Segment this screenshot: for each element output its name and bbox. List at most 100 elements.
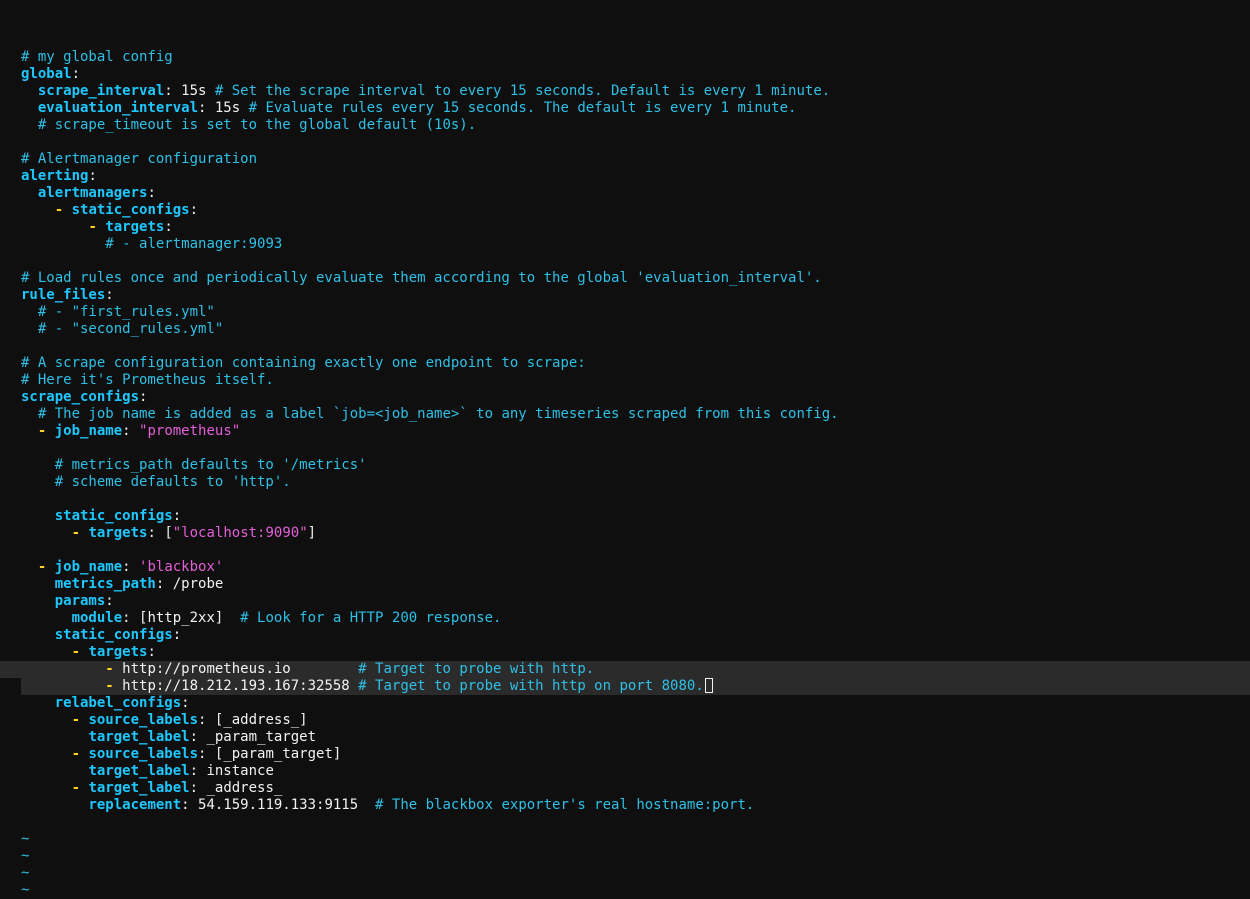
code-line[interactable]: scrape_configs: xyxy=(0,389,1250,406)
code-line[interactable] xyxy=(0,338,1250,355)
code-line[interactable]: alertmanagers: xyxy=(0,185,1250,202)
plain-text xyxy=(21,644,72,660)
empty-line-tilde: ~ xyxy=(21,882,30,898)
code-line[interactable]: - job_name: 'blackbox' xyxy=(0,559,1250,576)
plain-text: : instance xyxy=(189,763,274,779)
editor-buffer[interactable]: # my global config global: scrape_interva… xyxy=(0,49,1250,899)
comment-text: # The job name is added as a label `job=… xyxy=(37,406,839,422)
yaml-key: targets xyxy=(88,644,148,660)
plain-text xyxy=(21,423,38,439)
code-line[interactable]: - static_configs: xyxy=(0,202,1250,219)
code-line[interactable]: # - "first_rules.yml" xyxy=(0,304,1250,321)
code-line[interactable]: - job_name: "prometheus" xyxy=(0,423,1250,440)
code-line[interactable] xyxy=(0,440,1250,457)
code-line[interactable]: # scrape_timeout is set to the global de… xyxy=(0,117,1250,134)
code-line[interactable]: - http://18.212.193.167:32558 # Target t… xyxy=(0,678,1250,695)
yaml-key: targets xyxy=(88,525,148,541)
list-dash: - xyxy=(71,712,81,728)
text-cursor xyxy=(704,678,713,693)
code-line[interactable]: relabel_configs: xyxy=(0,695,1250,712)
empty-line-tilde: ~ xyxy=(21,865,30,881)
yaml-key: params xyxy=(54,593,106,609)
code-line[interactable]: scrape_interval: 15s # Set the scrape in… xyxy=(0,83,1250,100)
code-line[interactable]: - targets: xyxy=(0,219,1250,236)
plain-text xyxy=(21,457,55,473)
plain-text: : xyxy=(105,593,114,609)
comment-text: # metrics_path defaults to '/metrics' xyxy=(54,457,367,473)
code-line[interactable] xyxy=(0,542,1250,559)
code-line[interactable]: # - "second_rules.yml" xyxy=(0,321,1250,338)
plain-text: : [ xyxy=(147,525,173,541)
code-line[interactable]: alerting: xyxy=(0,168,1250,185)
code-line[interactable]: static_configs: xyxy=(0,508,1250,525)
comment-text: # Evaluate rules every 15 seconds. The d… xyxy=(248,100,797,116)
code-line[interactable]: target_label: _param_target xyxy=(0,729,1250,746)
yaml-key: metrics_path xyxy=(54,576,156,592)
code-line[interactable]: replacement: 54.159.119.133:9115 # The b… xyxy=(0,797,1250,814)
plain-text: : xyxy=(172,508,182,524)
code-line[interactable]: # The job name is added as a label `job=… xyxy=(0,406,1250,423)
code-line[interactable]: ~ xyxy=(0,848,1250,865)
comment-text: # my global config xyxy=(21,49,173,65)
code-line[interactable]: # Here it's Prometheus itself. xyxy=(0,372,1250,389)
yaml-key: evaluation_interval xyxy=(37,100,199,116)
code-line[interactable]: - target_label: _address_ xyxy=(0,780,1250,797)
code-line[interactable] xyxy=(0,814,1250,831)
plain-text: : xyxy=(139,389,148,405)
code-line[interactable]: - source_labels: [_param_target] xyxy=(0,746,1250,763)
code-line[interactable]: - source_labels: [_address_] xyxy=(0,712,1250,729)
code-line[interactable] xyxy=(0,253,1250,270)
code-line[interactable]: # Alertmanager configuration xyxy=(0,151,1250,168)
plain-text: : xyxy=(122,423,140,439)
yaml-key: source_labels xyxy=(88,712,199,728)
plain-text: : /probe xyxy=(155,576,224,592)
plain-text: http://18.212.193.167:32558 xyxy=(113,678,359,694)
plain-text: : _address_ xyxy=(189,780,283,796)
code-line[interactable]: module: [http_2xx] # Look for a HTTP 200… xyxy=(0,610,1250,627)
code-line[interactable]: ~ xyxy=(0,882,1250,899)
code-line[interactable]: rule_files: xyxy=(0,287,1250,304)
code-line[interactable]: # Load rules once and periodically evalu… xyxy=(0,270,1250,287)
list-dash: - xyxy=(71,525,81,541)
code-line[interactable] xyxy=(0,134,1250,151)
yaml-key: rule_files xyxy=(21,287,106,303)
comment-text: # - "second_rules.yml" xyxy=(37,321,224,337)
code-line[interactable]: # my global config xyxy=(0,49,1250,66)
comment-text: # scrape_timeout is set to the global de… xyxy=(37,117,477,133)
code-line[interactable]: ~ xyxy=(0,831,1250,848)
plain-text: : xyxy=(147,644,156,660)
code-line[interactable]: # metrics_path defaults to '/metrics' xyxy=(0,457,1250,474)
plain-text: : xyxy=(147,185,156,201)
code-line[interactable]: global: xyxy=(0,66,1250,83)
list-dash: - xyxy=(105,661,114,677)
yaml-key: relabel_configs xyxy=(54,695,182,711)
plain-text: : [http_2xx] xyxy=(122,610,241,626)
code-line[interactable]: - http://prometheus.io # Target to probe… xyxy=(0,661,1250,678)
plain-text xyxy=(21,525,72,541)
plain-text xyxy=(21,100,38,116)
string-value: 'blackbox' xyxy=(139,559,224,575)
yaml-key: target_label xyxy=(88,729,190,745)
code-line[interactable] xyxy=(0,491,1250,508)
comment-text: # A scrape configuration containing exac… xyxy=(21,355,586,371)
plain-text: : xyxy=(189,202,199,218)
code-line[interactable]: params: xyxy=(0,593,1250,610)
code-line[interactable]: static_configs: xyxy=(0,627,1250,644)
list-dash: - xyxy=(88,219,97,235)
code-line[interactable]: # - alertmanager:9093 xyxy=(0,236,1250,253)
code-line[interactable]: - targets: xyxy=(0,644,1250,661)
code-line[interactable]: metrics_path: /probe xyxy=(0,576,1250,593)
plain-text xyxy=(21,610,72,626)
code-line[interactable]: ~ xyxy=(0,865,1250,882)
list-dash: - xyxy=(71,644,81,660)
code-line[interactable]: # A scrape configuration containing exac… xyxy=(0,355,1250,372)
code-line[interactable]: target_label: instance xyxy=(0,763,1250,780)
code-line[interactable]: - targets: ["localhost:9090"] xyxy=(0,525,1250,542)
yaml-key: targets xyxy=(105,219,165,235)
yaml-key: target_label xyxy=(88,763,190,779)
yaml-key: static_configs xyxy=(54,627,173,643)
code-line[interactable]: evaluation_interval: 15s # Evaluate rule… xyxy=(0,100,1250,117)
plain-text xyxy=(21,576,55,592)
code-line[interactable]: # scheme defaults to 'http'. xyxy=(0,474,1250,491)
plain-text: http://prometheus.io xyxy=(113,661,359,677)
